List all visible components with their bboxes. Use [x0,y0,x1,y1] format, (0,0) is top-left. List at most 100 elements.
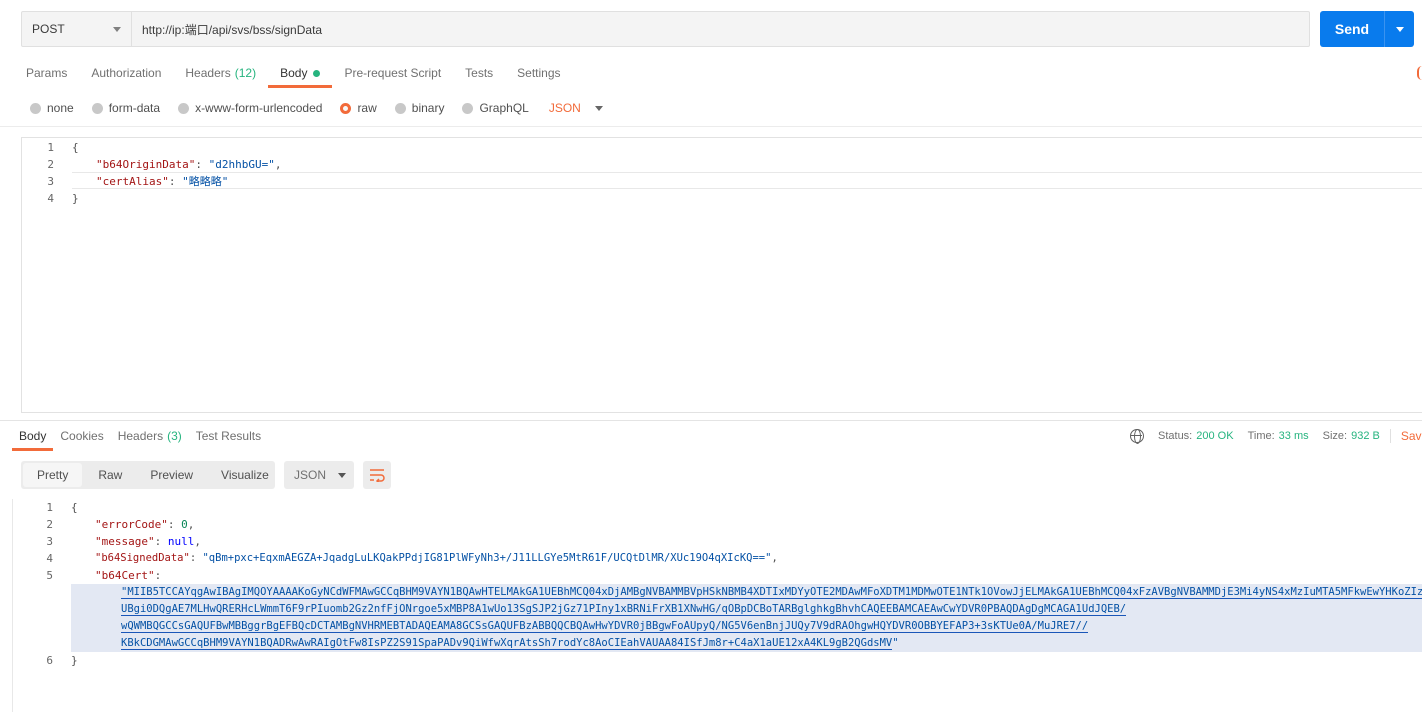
tab-headers[interactable]: Headers (12) [173,60,268,88]
radio-raw[interactable]: raw [340,101,377,115]
radio-form-data[interactable]: form-data [91,101,161,115]
tab-label: Test Results [195,429,262,443]
size-label: Size: [1322,430,1348,442]
headers-count: (12) [234,66,257,80]
code-line: 3 "message": null, [21,533,1422,550]
radio-label: x-www-form-urlencoded [195,101,323,115]
tab-tests[interactable]: Tests [453,60,505,88]
radio-icon [30,102,41,114]
code-text: { [72,141,79,154]
response-body-viewer[interactable]: 1 { 2 "errorCode": 0, 3 "message": null,… [21,499,1422,712]
method-label: POST [32,22,65,36]
code-text: "b64OriginData": "d2hhbGU=", [96,158,282,171]
tab-response-headers[interactable]: Headers (3) [111,422,189,451]
line-number: 1 [46,501,53,514]
time-value[interactable]: 33 ms [1279,430,1309,442]
code-line: 1 { [22,139,1422,156]
code-text: "errorCode": 0, [95,518,195,531]
save-response-button[interactable]: Save [1389,429,1422,443]
line-number: 4 [46,552,53,565]
code-line: 2 "errorCode": 0, [21,516,1422,533]
send-options-button[interactable] [1384,11,1414,47]
code-text: } [72,192,79,205]
divider [0,420,1422,421]
chevron-down-icon [1395,26,1404,32]
radio-graphql[interactable]: GraphQL [462,101,529,115]
radio-icon [462,102,474,114]
view-raw-button[interactable]: Raw [84,461,136,489]
code-text: "message": null, [95,535,201,548]
tab-label: Tests [465,66,494,80]
response-format-select[interactable]: JSON [284,461,354,489]
tab-label: Settings [517,66,561,80]
radio-label: none [47,101,74,115]
response-meta: Status: 200 OK Time: 33 ms Size: 932 B S… [1130,429,1422,444]
line-number: 3 [47,175,54,188]
tab-test-results[interactable]: Test Results [189,422,268,451]
cert-line: wQWMBQGCCsGAQUFBwMBBggrBgEFBQcDCTAMBgNVH… [121,620,1089,633]
url-bar: POST [21,11,1310,47]
url-input[interactable] [132,12,1309,46]
tab-label: Body [19,429,47,443]
globe-icon[interactable] [1130,429,1144,444]
radio-icon [91,102,103,114]
format-label: JSON [294,468,327,482]
request-tabs: Params Authorization Headers (12) Body Pr… [14,60,573,88]
tab-label: Headers [185,66,231,80]
response-tabs: Body Cookies Headers (3) Test Results [12,422,268,451]
code-line: 6 } [21,652,1422,669]
cookies-link-edge[interactable] [1417,66,1422,80]
code-line: 1 { [21,499,1422,516]
tab-params[interactable]: Params [14,60,79,88]
radio-urlencoded[interactable]: x-www-form-urlencoded [178,101,322,115]
line-number: 1 [47,141,54,154]
code-text: "certAlias": "略略略" [96,175,229,188]
tab-label: Pre-request Script [344,66,442,80]
wrap-lines-button[interactable] [363,461,391,489]
line-number: 2 [47,158,54,171]
format-label: JSON [548,101,581,115]
cert-line: KBkCDGMAwGCCqBHM9VAYN1BQADRwAwRAIgOtFw8I… [121,637,899,650]
code-line: 2 "b64OriginData": "d2hhbGU=", [22,156,1422,173]
tab-authorization[interactable]: Authorization [79,60,173,88]
radio-label: GraphQL [479,101,529,115]
request-body-editor[interactable]: 1 { 2 "b64OriginData": "d2hhbGU=", 3 "ce… [21,137,1422,413]
size-value[interactable]: 932 B [1351,430,1380,442]
view-visualize-button[interactable]: Visualize [207,461,283,489]
tab-cookies[interactable]: Cookies [53,422,110,451]
line-number: 6 [46,654,53,667]
line-number: 5 [46,569,53,582]
divider [12,499,13,712]
time-label: Time: [1247,430,1275,442]
radio-binary[interactable]: binary [394,101,445,115]
tab-prerequest-script[interactable]: Pre-request Script [332,60,453,88]
cert-line: "MIIB5TCCAYqgAwIBAgIMQOYAAAAKoGyNCdWFMAw… [121,584,1422,601]
body-type-options: none form-data x-www-form-urlencoded raw… [30,100,603,116]
tab-settings[interactable]: Settings [505,60,572,88]
response-view-toggle: Pretty Raw Preview Visualize [21,461,275,489]
tab-body[interactable]: Body [268,60,333,88]
status-value[interactable]: 200 OK [1196,430,1233,442]
chevron-down-icon [338,472,347,478]
code-line: 4 "b64SignedData": "qBm+pxc+EqxmAEGZA+Jq… [21,550,1422,567]
view-preview-button[interactable]: Preview [136,461,207,489]
radio-icon [394,102,406,114]
line-number: 3 [46,535,53,548]
code-line: 4 } [22,190,1422,207]
code-text: } [71,654,78,667]
headers-count: (3) [167,429,182,443]
tab-label: Params [26,66,68,80]
view-pretty-button[interactable]: Pretty [23,463,83,487]
tab-label: Authorization [91,66,162,80]
chevron-down-icon [594,105,603,111]
radio-label: binary [411,101,445,115]
code-line: 5 "b64Cert": [21,567,1422,584]
tab-label: Headers [117,429,164,443]
cert-line: UBgi0DQgAE7MLHwQRERHcLWmmT6F9rPIuomb2Gz2… [121,603,1127,616]
tab-response-body[interactable]: Body [12,422,54,451]
raw-format-select[interactable]: JSON [549,101,603,115]
radio-label: form-data [108,101,161,115]
send-button[interactable]: Send [1320,11,1384,47]
method-select[interactable]: POST [22,12,132,46]
radio-none[interactable]: none [30,101,74,115]
